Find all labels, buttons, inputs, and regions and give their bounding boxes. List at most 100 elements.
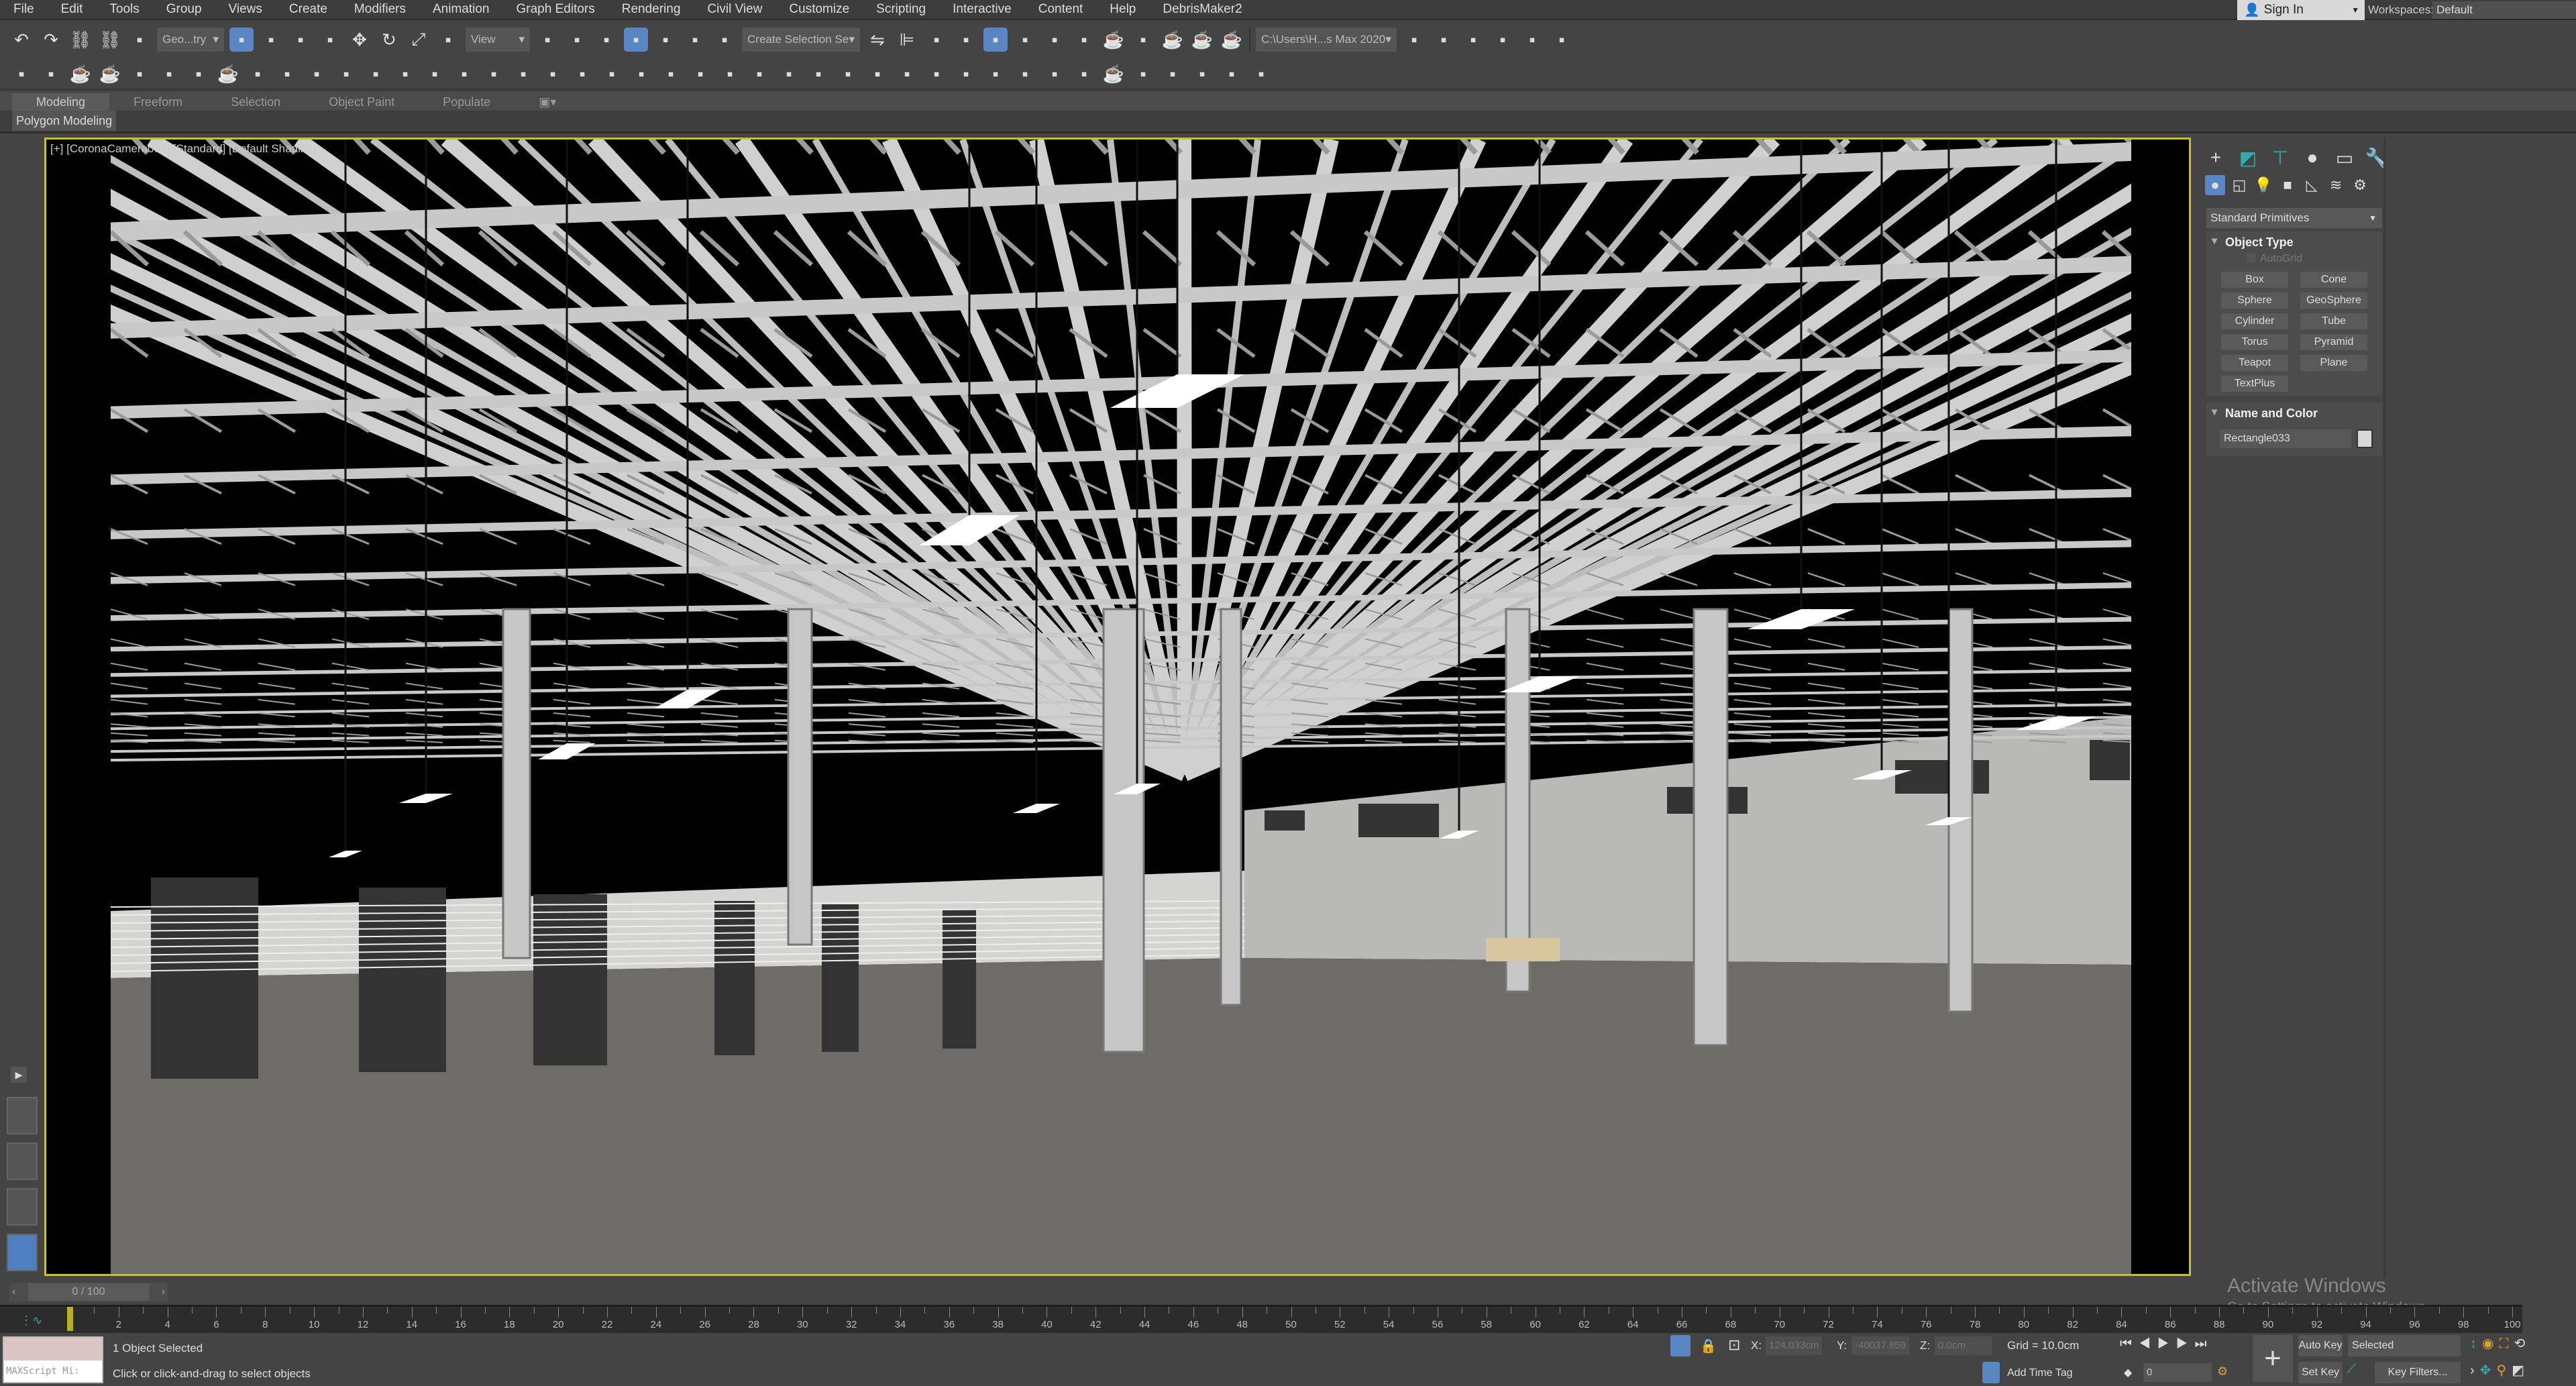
- double-chevron-icon[interactable]: ▪: [1190, 62, 1214, 86]
- select-object-icon[interactable]: ▪: [229, 28, 254, 52]
- marker-icon[interactable]: ▪: [1220, 62, 1244, 86]
- create-box-button[interactable]: Box: [2221, 272, 2288, 288]
- z-coordinate-field[interactable]: 0.0cm: [1935, 1336, 1992, 1355]
- edit-named-sets-icon[interactable]: ▪: [712, 28, 737, 52]
- cone-icon[interactable]: ▪: [393, 62, 417, 86]
- systems-icon[interactable]: ⚙: [2350, 175, 2370, 195]
- align-icon[interactable]: ⊫: [895, 28, 919, 52]
- track-bar[interactable]: ⋮∿ 0246810121416182022242628303234363840…: [0, 1305, 2522, 1333]
- set-key-big-icon[interactable]: +: [2253, 1335, 2293, 1382]
- menu-group[interactable]: Group: [153, 2, 215, 17]
- render-elements-icon[interactable]: ☕: [216, 62, 240, 86]
- render-cam-icon[interactable]: ☕: [1102, 62, 1126, 86]
- camera-2-icon[interactable]: ▪: [895, 62, 919, 86]
- cameras-icon[interactable]: ■: [2277, 175, 2298, 195]
- grass-icon[interactable]: ▪: [600, 62, 624, 86]
- time-slider[interactable]: ‹ 0 / 100 ›: [9, 1283, 168, 1301]
- forest-icon[interactable]: ▪: [954, 62, 978, 86]
- menu-scripting[interactable]: Scripting: [863, 2, 939, 17]
- modify-tab-icon[interactable]: ◩: [2236, 146, 2260, 170]
- create-teapot-button[interactable]: Teapot: [2221, 355, 2288, 371]
- menu-edit[interactable]: Edit: [48, 2, 97, 17]
- shapes-icon[interactable]: ◱: [2229, 175, 2249, 195]
- ribbon-tab-modeling[interactable]: Modeling: [12, 93, 110, 111]
- object-color-swatch[interactable]: [2357, 429, 2373, 448]
- workspaces-dropdown[interactable]: Default: [2432, 1, 2576, 19]
- selection-filter-dropdown[interactable]: Geo...try ▾: [157, 28, 224, 52]
- reference-coordinate-dropdown[interactable]: View ▾: [466, 28, 530, 52]
- create-tab-icon[interactable]: +: [2204, 146, 2228, 170]
- sphere-icon[interactable]: ▪: [688, 62, 712, 86]
- create-tube-button[interactable]: Tube: [2300, 313, 2367, 329]
- expand-icon[interactable]: ▶: [11, 1067, 27, 1083]
- menu-tools[interactable]: Tools: [96, 2, 152, 17]
- viewport-icon[interactable]: ▪: [1072, 62, 1096, 86]
- light-mix-icon[interactable]: ▪: [777, 62, 801, 86]
- sign-in-button[interactable]: 👤 Sign In ▼: [2237, 0, 2365, 20]
- create-cylinder-button[interactable]: Cylinder: [2221, 313, 2288, 329]
- rotate-icon[interactable]: ↻: [377, 28, 401, 52]
- corona-box-icon[interactable]: ▪: [275, 62, 299, 86]
- camera-viewport[interactable]: [+] [CoronaCamera001] [Standard] [Defaul…: [44, 138, 2191, 1276]
- named-selection-dropdown[interactable]: Create Selection Se ▾: [742, 28, 860, 52]
- frame-icon[interactable]: ▪: [1131, 62, 1155, 86]
- motion-tab-icon[interactable]: ●: [2300, 146, 2324, 170]
- lights-icon[interactable]: 💡: [2253, 175, 2273, 195]
- create-textplus-button[interactable]: TextPlus: [2221, 376, 2288, 392]
- link-icon[interactable]: ⛓: [68, 28, 93, 52]
- zoom-icon[interactable]: ↕: [2470, 1336, 2482, 1351]
- menu-views[interactable]: Views: [215, 2, 276, 17]
- render-cloud-icon[interactable]: ☕: [1220, 28, 1244, 52]
- rect-selection-icon[interactable]: ▪: [288, 28, 313, 52]
- corona-sphere-icon[interactable]: ▪: [305, 62, 329, 86]
- menu-animation[interactable]: Animation: [419, 2, 503, 17]
- prev-key-icon[interactable]: ◀: [2139, 1336, 2157, 1351]
- time-config-icon[interactable]: ⚙: [2217, 1365, 2228, 1379]
- layout-tab-1[interactable]: [7, 1097, 38, 1134]
- brush-icon[interactable]: ▪: [1520, 28, 1544, 52]
- auto-key-button[interactable]: Auto Key: [2298, 1335, 2343, 1356]
- polygon-modeling-tab[interactable]: Polygon Modeling: [12, 111, 117, 131]
- plane-icon[interactable]: ▪: [39, 62, 63, 86]
- move-icon[interactable]: ✥: [347, 28, 372, 52]
- bulb-icon[interactable]: ▪: [836, 62, 860, 86]
- cycle-icon[interactable]: ▪: [1042, 62, 1067, 86]
- render-icon[interactable]: ☕: [1161, 28, 1185, 52]
- y-coordinate-field[interactable]: -40037.859: [1851, 1336, 1909, 1355]
- tree-icon[interactable]: ▪: [924, 62, 949, 86]
- film-icon[interactable]: ▪: [246, 62, 270, 86]
- walk-icon[interactable]: ⚲: [2496, 1363, 2512, 1378]
- maximize-viewport-icon[interactable]: ◩: [2512, 1363, 2530, 1378]
- display-tab-icon[interactable]: ▭: [2332, 146, 2357, 170]
- fov-icon[interactable]: ›: [2470, 1363, 2480, 1378]
- scatter-icon[interactable]: ▪: [482, 62, 506, 86]
- create-sphere-button[interactable]: Sphere: [2221, 292, 2288, 309]
- scene-explorer-icon[interactable]: ▪: [924, 28, 949, 52]
- name-color-header[interactable]: Name and Color: [2206, 403, 2382, 424]
- key-mode-icon[interactable]: ◆: [2124, 1366, 2132, 1379]
- schematic-icon[interactable]: ▪: [1042, 28, 1067, 52]
- layout-tab-active[interactable]: [7, 1234, 38, 1271]
- play-icon[interactable]: ▶: [2157, 1336, 2176, 1351]
- container-settings-icon[interactable]: ▪: [1491, 28, 1515, 52]
- menu-create[interactable]: Create: [276, 2, 341, 17]
- ribbon-toggle-icon[interactable]: ▪: [983, 28, 1008, 52]
- sun-icon[interactable]: ▪: [423, 62, 447, 86]
- material-icon[interactable]: ▪: [511, 62, 535, 86]
- next-frame-icon[interactable]: ›: [159, 1286, 168, 1298]
- create-torus-button[interactable]: Torus: [2221, 334, 2288, 350]
- spacewarps-icon[interactable]: ≋: [2326, 175, 2346, 195]
- render-iterative-icon[interactable]: ☕: [1190, 28, 1214, 52]
- menu-debrismaker2[interactable]: DebrisMaker2: [1149, 2, 1255, 17]
- isolate-selection-icon[interactable]: [1670, 1335, 1690, 1356]
- x-coordinate-field[interactable]: 124.033cm: [1766, 1336, 1822, 1355]
- ribbon-tab-freeform[interactable]: Freeform: [109, 93, 207, 111]
- converter-icon[interactable]: ▪: [718, 62, 742, 86]
- go-to-start-icon[interactable]: ⏮: [2120, 1336, 2139, 1351]
- pin-icon[interactable]: ▪: [1550, 28, 1574, 52]
- corona-light-icon[interactable]: ▪: [334, 62, 358, 86]
- render-setup-icon[interactable]: ☕: [1102, 28, 1126, 52]
- frame-buffer-icon[interactable]: ▪: [127, 62, 152, 86]
- ribbon-tab-populate[interactable]: Populate: [419, 93, 515, 111]
- object-type-header[interactable]: Object Type: [2206, 231, 2382, 253]
